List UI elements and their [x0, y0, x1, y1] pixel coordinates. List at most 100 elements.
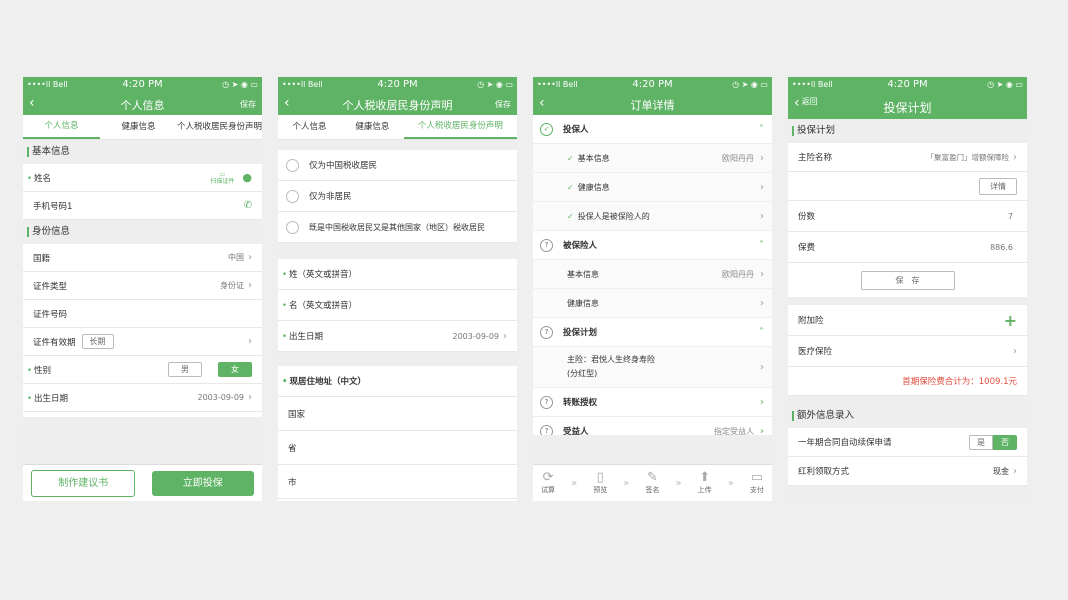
step-transfer[interactable]: ? 转账授权 ›: [533, 388, 772, 417]
tab-personal[interactable]: 个人信息: [23, 115, 100, 139]
step-insured[interactable]: ? 被保险人 ˄: [533, 231, 772, 260]
upload-button[interactable]: ⬆ 上传: [698, 471, 712, 495]
step-plan[interactable]: ? 投保计划 ˄: [533, 318, 772, 347]
addon-row[interactable]: 附加险 +: [788, 305, 1027, 336]
applicant-health[interactable]: ✓ 健康信息 ›: [533, 173, 772, 202]
male-button[interactable]: 男: [168, 362, 202, 377]
country-label: 国家: [288, 409, 306, 420]
detail-button[interactable]: 详情: [979, 177, 1017, 195]
check-icon: ✓: [567, 153, 574, 163]
plan-main[interactable]: 主险：君悦人生终身寿险 (分红型) ›: [533, 347, 772, 388]
chevron-right-icon: ›: [760, 396, 764, 408]
count-row[interactable]: 份数 7: [788, 201, 1027, 232]
province-field[interactable]: 省: [278, 431, 517, 465]
sub-label: 健康信息: [577, 182, 610, 192]
option-label: 仅为非居民: [309, 192, 352, 202]
country-field[interactable]: 国家: [278, 397, 517, 431]
make-proposal-button[interactable]: 制作建议书: [31, 469, 136, 497]
name-field[interactable]: 姓名 ▭扫描证件 ●: [23, 164, 262, 192]
yes-button[interactable]: 是: [969, 434, 993, 450]
tab-tax[interactable]: 个人税收居民身份声明: [403, 115, 517, 139]
trial-calc-button[interactable]: ⟳ 试算: [541, 471, 555, 495]
book-icon: ▯: [596, 470, 604, 485]
surname-label: 姓（英文或拼音）: [288, 268, 507, 280]
address-header: 现居住地址（中文）: [278, 366, 517, 397]
chevron-right-icon: ›: [760, 297, 764, 309]
chevron-right-icon: ›: [248, 280, 252, 291]
premium-row[interactable]: 保费 886.6: [788, 232, 1027, 263]
given-name-field[interactable]: 名（英文或拼音）: [278, 290, 517, 321]
empty-area: [533, 435, 772, 465]
status-bar: ••••ll Bell 4:20 PM ◷ ➤ ◉ ▭: [533, 77, 772, 93]
idtype-label: 证件类型: [33, 281, 68, 292]
birth-value: 2003-09-09: [452, 331, 500, 341]
option-china-resident[interactable]: 仅为中国税收居民: [278, 150, 517, 181]
insured-health[interactable]: 健康信息 ›: [533, 289, 772, 318]
preview-button[interactable]: ▯ 预览: [593, 471, 607, 495]
tab-health[interactable]: 健康信息: [341, 115, 404, 139]
check-icon: ✓: [567, 182, 574, 192]
birth-label: 出生日期: [33, 392, 198, 404]
phone-label: 手机号码1: [33, 201, 73, 212]
gender-row: 性别 男 女: [23, 356, 262, 384]
birth-row[interactable]: 出生日期 2003-09-09 ›: [278, 321, 517, 352]
premium-value: 886.6: [990, 242, 1013, 252]
count-value: 7: [1007, 211, 1013, 221]
gap: [278, 140, 517, 150]
idtype-row[interactable]: 证件类型 身份证 ›: [23, 272, 262, 300]
tabs: 个人信息 健康信息 个人税收居民身份声明: [23, 115, 262, 140]
tab-health[interactable]: 健康信息: [100, 115, 177, 139]
birth-label: 出生日期: [288, 330, 453, 342]
medical-row[interactable]: 医疗保险 ›: [788, 336, 1027, 367]
main-risk-row[interactable]: 主险名称 「聚富盈门」增额保障险 ›: [788, 143, 1027, 172]
sign-button[interactable]: ✎ 签名: [645, 471, 659, 495]
save-button[interactable]: 保 存: [860, 270, 955, 290]
applicant-basic[interactable]: ✓ 基本信息 欧阳丹丹 ›: [533, 144, 772, 173]
premium-label: 保费: [798, 243, 816, 253]
no-button[interactable]: 否: [993, 434, 1017, 450]
nav-bar: ‹ 返回 投保计划: [788, 93, 1027, 119]
check-circle-icon: ✓: [540, 122, 553, 136]
given-name-label: 名（英文或拼音）: [288, 299, 507, 311]
plan-card: 主险名称 「聚富盈门」增额保障险 › 详情 份数 7 保费 886.6 保 存: [788, 143, 1027, 297]
idtype-value: 身份证: [220, 281, 244, 290]
step-applicant[interactable]: ✓ 投保人 ˄: [533, 115, 772, 144]
extra-card: 一年期合同自动续保申请 是 否 红利领取方式 现金 ›: [788, 428, 1027, 486]
plus-icon[interactable]: +: [1004, 311, 1017, 330]
female-button[interactable]: 女: [218, 362, 252, 377]
city-field[interactable]: 市: [278, 465, 517, 499]
scan-icon[interactable]: ▭ 扫描证件: [210, 171, 234, 185]
save-button[interactable]: 保存: [240, 99, 256, 110]
chevron-right-icon: ›: [760, 210, 764, 222]
tab-tax[interactable]: 个人税收居民身份声明: [177, 115, 262, 139]
tab-personal[interactable]: 个人信息: [278, 115, 341, 139]
footer-bar: 制作建议书 立即投保: [23, 464, 262, 501]
insured-basic[interactable]: 基本信息 欧阳丹丹 ›: [533, 260, 772, 289]
idno-field[interactable]: 证件号码: [23, 300, 262, 328]
chevron-right-icon: ›: [1013, 345, 1017, 357]
pay-button[interactable]: ▭ 支付: [750, 471, 764, 495]
birth-row[interactable]: 出生日期 2003-09-09 ›: [23, 384, 262, 412]
phone-icon[interactable]: ✆: [244, 200, 252, 211]
sub-label: 基本信息: [567, 269, 599, 279]
nationality-row[interactable]: 国籍 中国 ›: [23, 244, 262, 272]
dividend-row[interactable]: 红利领取方式 现金 ›: [788, 457, 1027, 486]
save-button[interactable]: 保存: [495, 99, 511, 110]
phone-personal-info: ••••ll Bell 4:20 PM ◷ ➤ ◉ ▭ ‹ 个人信息 保存 个人…: [23, 77, 262, 501]
surname-field[interactable]: 姓（英文或拼音）: [278, 259, 517, 290]
longterm-button[interactable]: 长期: [81, 334, 114, 349]
scan-label: 扫描证件: [210, 177, 235, 185]
insure-now-button[interactable]: 立即投保: [151, 470, 254, 496]
option-label: 仅为中国税收居民: [309, 161, 378, 171]
validity-row[interactable]: 证件有效期 长期 ›: [23, 328, 262, 356]
renew-label: 一年期合同自动续保申请: [798, 438, 892, 448]
option-non-resident[interactable]: 仅为非居民: [278, 181, 517, 212]
phone-field[interactable]: 手机号码1 ✆: [23, 192, 262, 220]
applicant-same[interactable]: ✓ 投保人是被保险人的 ›: [533, 202, 772, 231]
option-both-resident[interactable]: 既是中国税收居民又是其他国家（地区）税收居民: [278, 212, 517, 243]
contact-icon[interactable]: ●: [242, 171, 252, 184]
nav-bar: ‹ 个人信息 保存: [23, 93, 262, 115]
double-chevron-icon: »: [623, 477, 630, 489]
medical-label: 医疗保险: [798, 347, 833, 357]
chevron-right-icon: ›: [1013, 465, 1017, 477]
